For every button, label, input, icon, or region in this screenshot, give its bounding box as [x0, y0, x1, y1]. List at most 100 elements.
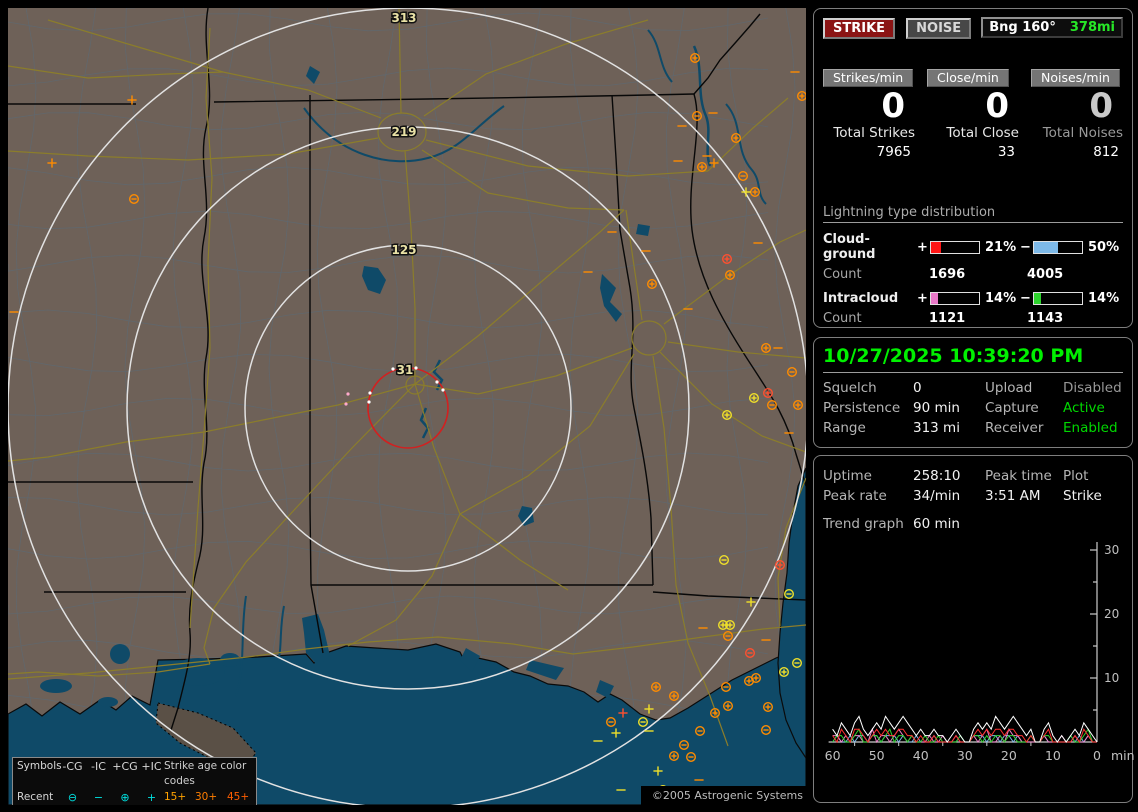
- lightning-map[interactable]: 313 219 125 31: [8, 8, 806, 805]
- x-tick-label: 0: [1093, 748, 1101, 763]
- ic-positive-percent: 14%: [985, 291, 1017, 306]
- recent-strike-dot: [346, 392, 350, 396]
- x-tick-label: 10: [1045, 748, 1061, 763]
- x-tick-label: 60: [825, 748, 841, 763]
- x-tick-label: 50: [869, 748, 885, 763]
- y-tick-label: 10: [1104, 671, 1119, 685]
- intracloud-counts: Count 1121 1143: [823, 311, 1123, 326]
- cloud-ground-label: Cloud-ground: [823, 232, 876, 262]
- total-noises-value: 812: [1093, 144, 1119, 160]
- cg-negative-percent: 50%: [1088, 239, 1120, 255]
- total-strikes-value: 7965: [876, 144, 911, 160]
- cloud-ground-row: Cloud-ground + 21% − 50%: [823, 232, 1123, 262]
- close-per-min-value: 0: [985, 86, 1009, 126]
- receiver-label: Receiver: [985, 420, 1044, 436]
- noises-per-min-value: 0: [1089, 86, 1113, 126]
- receiver-value: Enabled: [1063, 420, 1118, 436]
- cg-negative-count: 4005: [1027, 267, 1064, 282]
- white-lake: [98, 697, 118, 707]
- squelch-value: 0: [913, 380, 922, 396]
- plot-value: Strike: [1063, 488, 1102, 504]
- trend-graph-label: Trend graph: [823, 516, 904, 532]
- legend-header-pos-cg: +CG: [112, 760, 138, 773]
- noises-per-min-chip: Noises/min: [1031, 69, 1120, 87]
- legend-symbol-icon: −: [93, 791, 104, 804]
- recent-strike-dot: [414, 366, 418, 370]
- bearing-readout: Bng 160° 378mi: [981, 17, 1123, 38]
- x-tick-label: 20: [1001, 748, 1017, 763]
- strike-button[interactable]: STRIKE: [823, 18, 896, 39]
- range-ring-label: 125: [391, 243, 416, 257]
- distance-value: 378mi: [1069, 20, 1115, 35]
- upload-label: Upload: [985, 380, 1033, 396]
- recent-strike-dot: [391, 367, 395, 371]
- cloud-ground-counts: Count 1696 4005: [823, 267, 1123, 282]
- persistence-label: Persistence: [823, 400, 901, 416]
- plus-sign: +: [917, 291, 928, 306]
- rate-counters: Strikes/min 0 Total Strikes 7965 Close/m…: [823, 67, 1123, 160]
- legend-header-neg-ic: -IC: [91, 760, 106, 773]
- range-value: 313 mi: [913, 420, 960, 436]
- capture-label: Capture: [985, 400, 1039, 416]
- upload-value: Disabled: [1063, 380, 1122, 396]
- datetime-display: 10/27/2025 10:39:20 PM: [823, 345, 1123, 373]
- lake-maurepas: [110, 644, 130, 664]
- minus-sign: −: [1020, 239, 1031, 255]
- legend-symbol-icon: ⊖: [67, 791, 78, 804]
- recent-strike-dot: [368, 391, 372, 395]
- distribution-title: Lightning type distribution: [823, 205, 1123, 223]
- uptime-value: 258:10: [913, 468, 961, 484]
- trend-series-cg_neg: [832, 728, 1097, 744]
- squelch-label: Squelch: [823, 380, 877, 396]
- total-noises-label: Total Noises: [1042, 125, 1123, 141]
- strikes-per-min-chip: Strikes/min: [823, 69, 914, 87]
- close-per-min-chip: Close/min: [927, 69, 1009, 87]
- peak-rate-value: 34/min: [913, 488, 961, 504]
- legend-row-recent: Recent ⊖ − ⊕ +15+ 30+ 45+: [17, 791, 250, 804]
- uptime-label: Uptime: [823, 468, 872, 484]
- peak-time-value: 3:51 AM: [985, 488, 1041, 504]
- recent-strike-dot: [441, 388, 445, 392]
- intracloud-label: Intracloud: [823, 291, 899, 306]
- legend-symbol-icon: ⊕: [120, 791, 130, 804]
- trend-window-value: 60 min: [913, 516, 960, 532]
- plus-sign: +: [917, 239, 928, 255]
- strike-stats-panel: STRIKE NOISE Bng 160° 378mi Strikes/min 0…: [813, 8, 1133, 328]
- cg-positive-percent: 21%: [985, 239, 1017, 255]
- trend-graph: 10 20 30 60 50 40 30 20 10 0 min: [825, 542, 1135, 763]
- total-close-value: 33: [997, 144, 1015, 160]
- map-legend: Symbols -CG -IC +CG +IC Strike age color…: [12, 757, 257, 805]
- session-panel: Uptime 258:10 Peak time Plot Peak rate 3…: [813, 455, 1135, 803]
- peak-rate-label: Peak rate: [823, 488, 887, 504]
- status-panel: 10/27/2025 10:39:20 PM Squelch 0 Upload …: [813, 337, 1133, 448]
- noise-button[interactable]: NOISE: [906, 18, 972, 39]
- intracloud-row: Intracloud + 14% − 14%: [823, 291, 1123, 306]
- legend-header-symbols: Symbols: [17, 760, 62, 772]
- range-ring-label: 31: [397, 363, 414, 377]
- persistence-value: 90 min: [913, 400, 960, 416]
- recent-strike-dot: [344, 402, 348, 406]
- plot-label: Plot: [1063, 468, 1089, 484]
- bearing-value: Bng 160°: [989, 20, 1056, 35]
- map-viewport[interactable]: 313 219 125 31 Symbols -CG -IC +CG +IC Stri…: [8, 8, 806, 805]
- ic-negative-percent: 14%: [1088, 291, 1120, 306]
- range-label: Range: [823, 420, 866, 436]
- strikes-per-min-value: 0: [881, 86, 905, 126]
- total-strikes-label: Total Strikes: [833, 125, 915, 141]
- legend-header-pos-ic: +IC: [141, 760, 162, 773]
- session-grid: Uptime 258:10 Peak time Plot Peak rate 3…: [823, 466, 1123, 506]
- range-ring-label: 219: [391, 125, 416, 139]
- y-tick-label: 30: [1104, 543, 1119, 557]
- x-axis-unit: min: [1111, 748, 1135, 763]
- recent-strike-dot: [435, 380, 439, 384]
- legend-header-ages: Strike age color codes: [164, 760, 247, 787]
- copyright-text: ©2005 Astrogenic Systems: [641, 786, 806, 805]
- y-tick-label: 20: [1104, 607, 1119, 621]
- x-tick-label: 30: [957, 748, 973, 763]
- count-label: Count: [823, 267, 862, 282]
- legend-symbol-icon: +: [146, 791, 157, 804]
- weiss-lake: [636, 224, 650, 236]
- grand-lake: [40, 679, 72, 693]
- cg-negative-bar: [1033, 240, 1083, 254]
- cg-positive-bar: [930, 240, 980, 254]
